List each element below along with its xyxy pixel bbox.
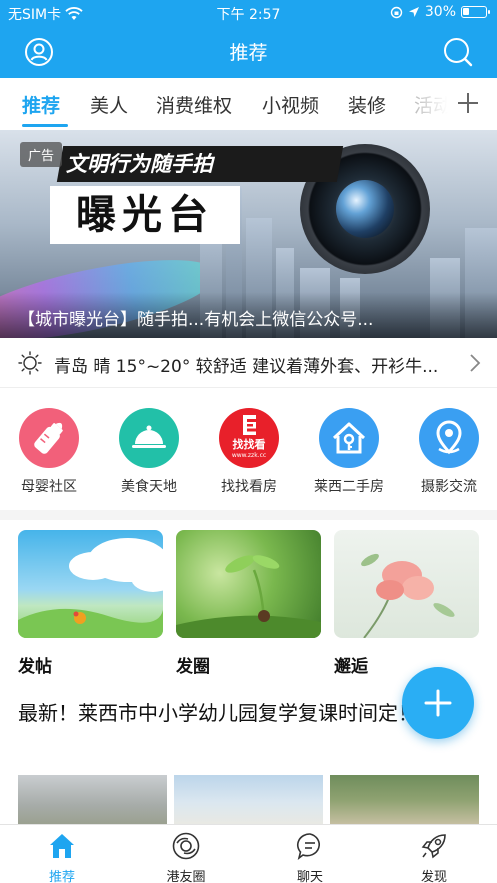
plus-icon [424, 689, 452, 717]
card-post[interactable]: 发帖 [18, 530, 163, 677]
zhaozhaokan-logo: 找找看 www.zzk.cc [219, 408, 279, 468]
rocket-icon [421, 834, 446, 859]
active-tab-indicator [22, 124, 68, 127]
bottom-nav-label: 发现 [420, 870, 447, 883]
quick-link-house-search[interactable]: 找找看 www.zzk.cc 找找看房 [204, 408, 294, 496]
location-pin-icon [419, 408, 479, 468]
quick-link-label: 找找看房 [221, 479, 277, 495]
house-key-icon [319, 408, 379, 468]
quick-link-second-hand-house[interactable]: 莱西二手房 [304, 408, 394, 496]
chat-icon [296, 833, 320, 860]
rotation-lock-icon [390, 6, 403, 18]
home-icon [50, 834, 74, 858]
banner-caption: 【城市曝光台】随手拍...有机会上微信公众号... [18, 310, 374, 330]
card-post-image [18, 530, 163, 638]
nav-row: 推荐 [0, 26, 497, 78]
quick-link-label: 母婴社区 [21, 479, 77, 495]
quick-link-label: 摄影交流 [421, 479, 477, 495]
tab-recommend[interactable]: 推荐 [22, 91, 60, 118]
logo-url: www.zzk.cc [232, 452, 266, 459]
bottle-icon [19, 408, 79, 468]
bottom-nav-moments[interactable]: 港友圈 [146, 831, 226, 883]
quick-links: 母婴社区 美食天地 找找看 www.zzk.cc 找找看房 莱西二手房 摄影交流 [0, 408, 497, 500]
logo-text: 找找看 [233, 437, 266, 451]
quick-link-food[interactable]: 美食天地 [104, 408, 194, 496]
top-bar: 无SIM卡 下午 2:57 30% 推荐 [0, 0, 497, 78]
banner-big-word: 曝光台 [50, 186, 240, 244]
quick-link-mother-baby[interactable]: 母婴社区 [4, 408, 94, 496]
news-photo [330, 775, 479, 825]
circle-moments-icon [172, 832, 200, 860]
news-photos [0, 775, 497, 825]
banner-big-word-text: 曝光台 [76, 191, 214, 238]
bottom-nav-chat[interactable]: 聊天 [270, 831, 350, 883]
page-title: 推荐 [229, 42, 268, 64]
search-icon[interactable] [442, 36, 474, 68]
ad-tag: 广告 [20, 142, 63, 167]
battery-percent: 30% [424, 4, 456, 20]
food-cloche-icon [119, 408, 179, 468]
quick-link-photography[interactable]: 摄影交流 [404, 408, 494, 496]
quick-link-label: 美食天地 [121, 479, 177, 495]
card-encounter[interactable]: 邂逅 [334, 530, 479, 677]
battery-icon [461, 6, 490, 18]
quick-link-label: 莱西二手房 [314, 479, 384, 495]
banner-slogan-text: 文明行为随手拍 [66, 152, 213, 176]
weather-text: 青岛 晴 15°~20° 较舒适 建议着薄外套、开衫牛... [54, 357, 439, 377]
news-photo [174, 775, 323, 825]
weather-bar[interactable]: 青岛 晴 15°~20° 较舒适 建议着薄外套、开衫牛... [0, 338, 497, 388]
chevron-right-icon [470, 354, 481, 372]
bottom-nav-label: 聊天 [296, 870, 323, 883]
card-moments[interactable]: 发圈 [176, 530, 321, 677]
bottom-nav-label: 港友圈 [166, 870, 206, 883]
tab-fade-overlay [405, 78, 455, 130]
add-tab-icon[interactable] [455, 90, 481, 116]
status-bar: 无SIM卡 下午 2:57 30% [0, 0, 497, 26]
category-tabs: 推荐 美人 消费维权 小视频 装修 活动 [0, 78, 497, 130]
news-photo [18, 775, 167, 825]
action-cards: 发帖 发圈 邂逅 [0, 530, 497, 680]
location-arrow-icon [408, 7, 419, 17]
bottom-nav-recommend[interactable]: 推荐 [22, 831, 102, 883]
tab-short-video[interactable]: 小视频 [262, 91, 319, 118]
card-encounter-image [334, 530, 479, 638]
news-headline[interactable]: 最新！莱西市中小学幼儿园复学复课时间定！ [18, 696, 438, 730]
bottom-nav-discover[interactable]: 发现 [394, 831, 474, 883]
card-moments-image [176, 530, 321, 638]
create-fab-button[interactable] [402, 667, 474, 739]
status-right: 30% [390, 4, 490, 20]
banner-slogan: 文明行为随手拍 [56, 146, 344, 182]
sun-icon [18, 351, 42, 375]
card-label: 发帖 [18, 657, 52, 677]
ad-banner[interactable]: 文明行为随手拍 曝光台 广告 【城市曝光台】随手拍...有机会上微信公众号... [0, 130, 497, 338]
tab-beauty[interactable]: 美人 [90, 91, 128, 118]
tab-decoration[interactable]: 装修 [348, 91, 386, 118]
section-divider [0, 510, 497, 520]
bottom-nav: 推荐 港友圈 聊天 发现 [0, 824, 497, 883]
card-label: 发圈 [176, 657, 210, 677]
tab-consumer-rights[interactable]: 消费维权 [156, 91, 232, 118]
bottom-nav-label: 推荐 [48, 870, 75, 883]
camera-lens-glass [336, 180, 394, 238]
